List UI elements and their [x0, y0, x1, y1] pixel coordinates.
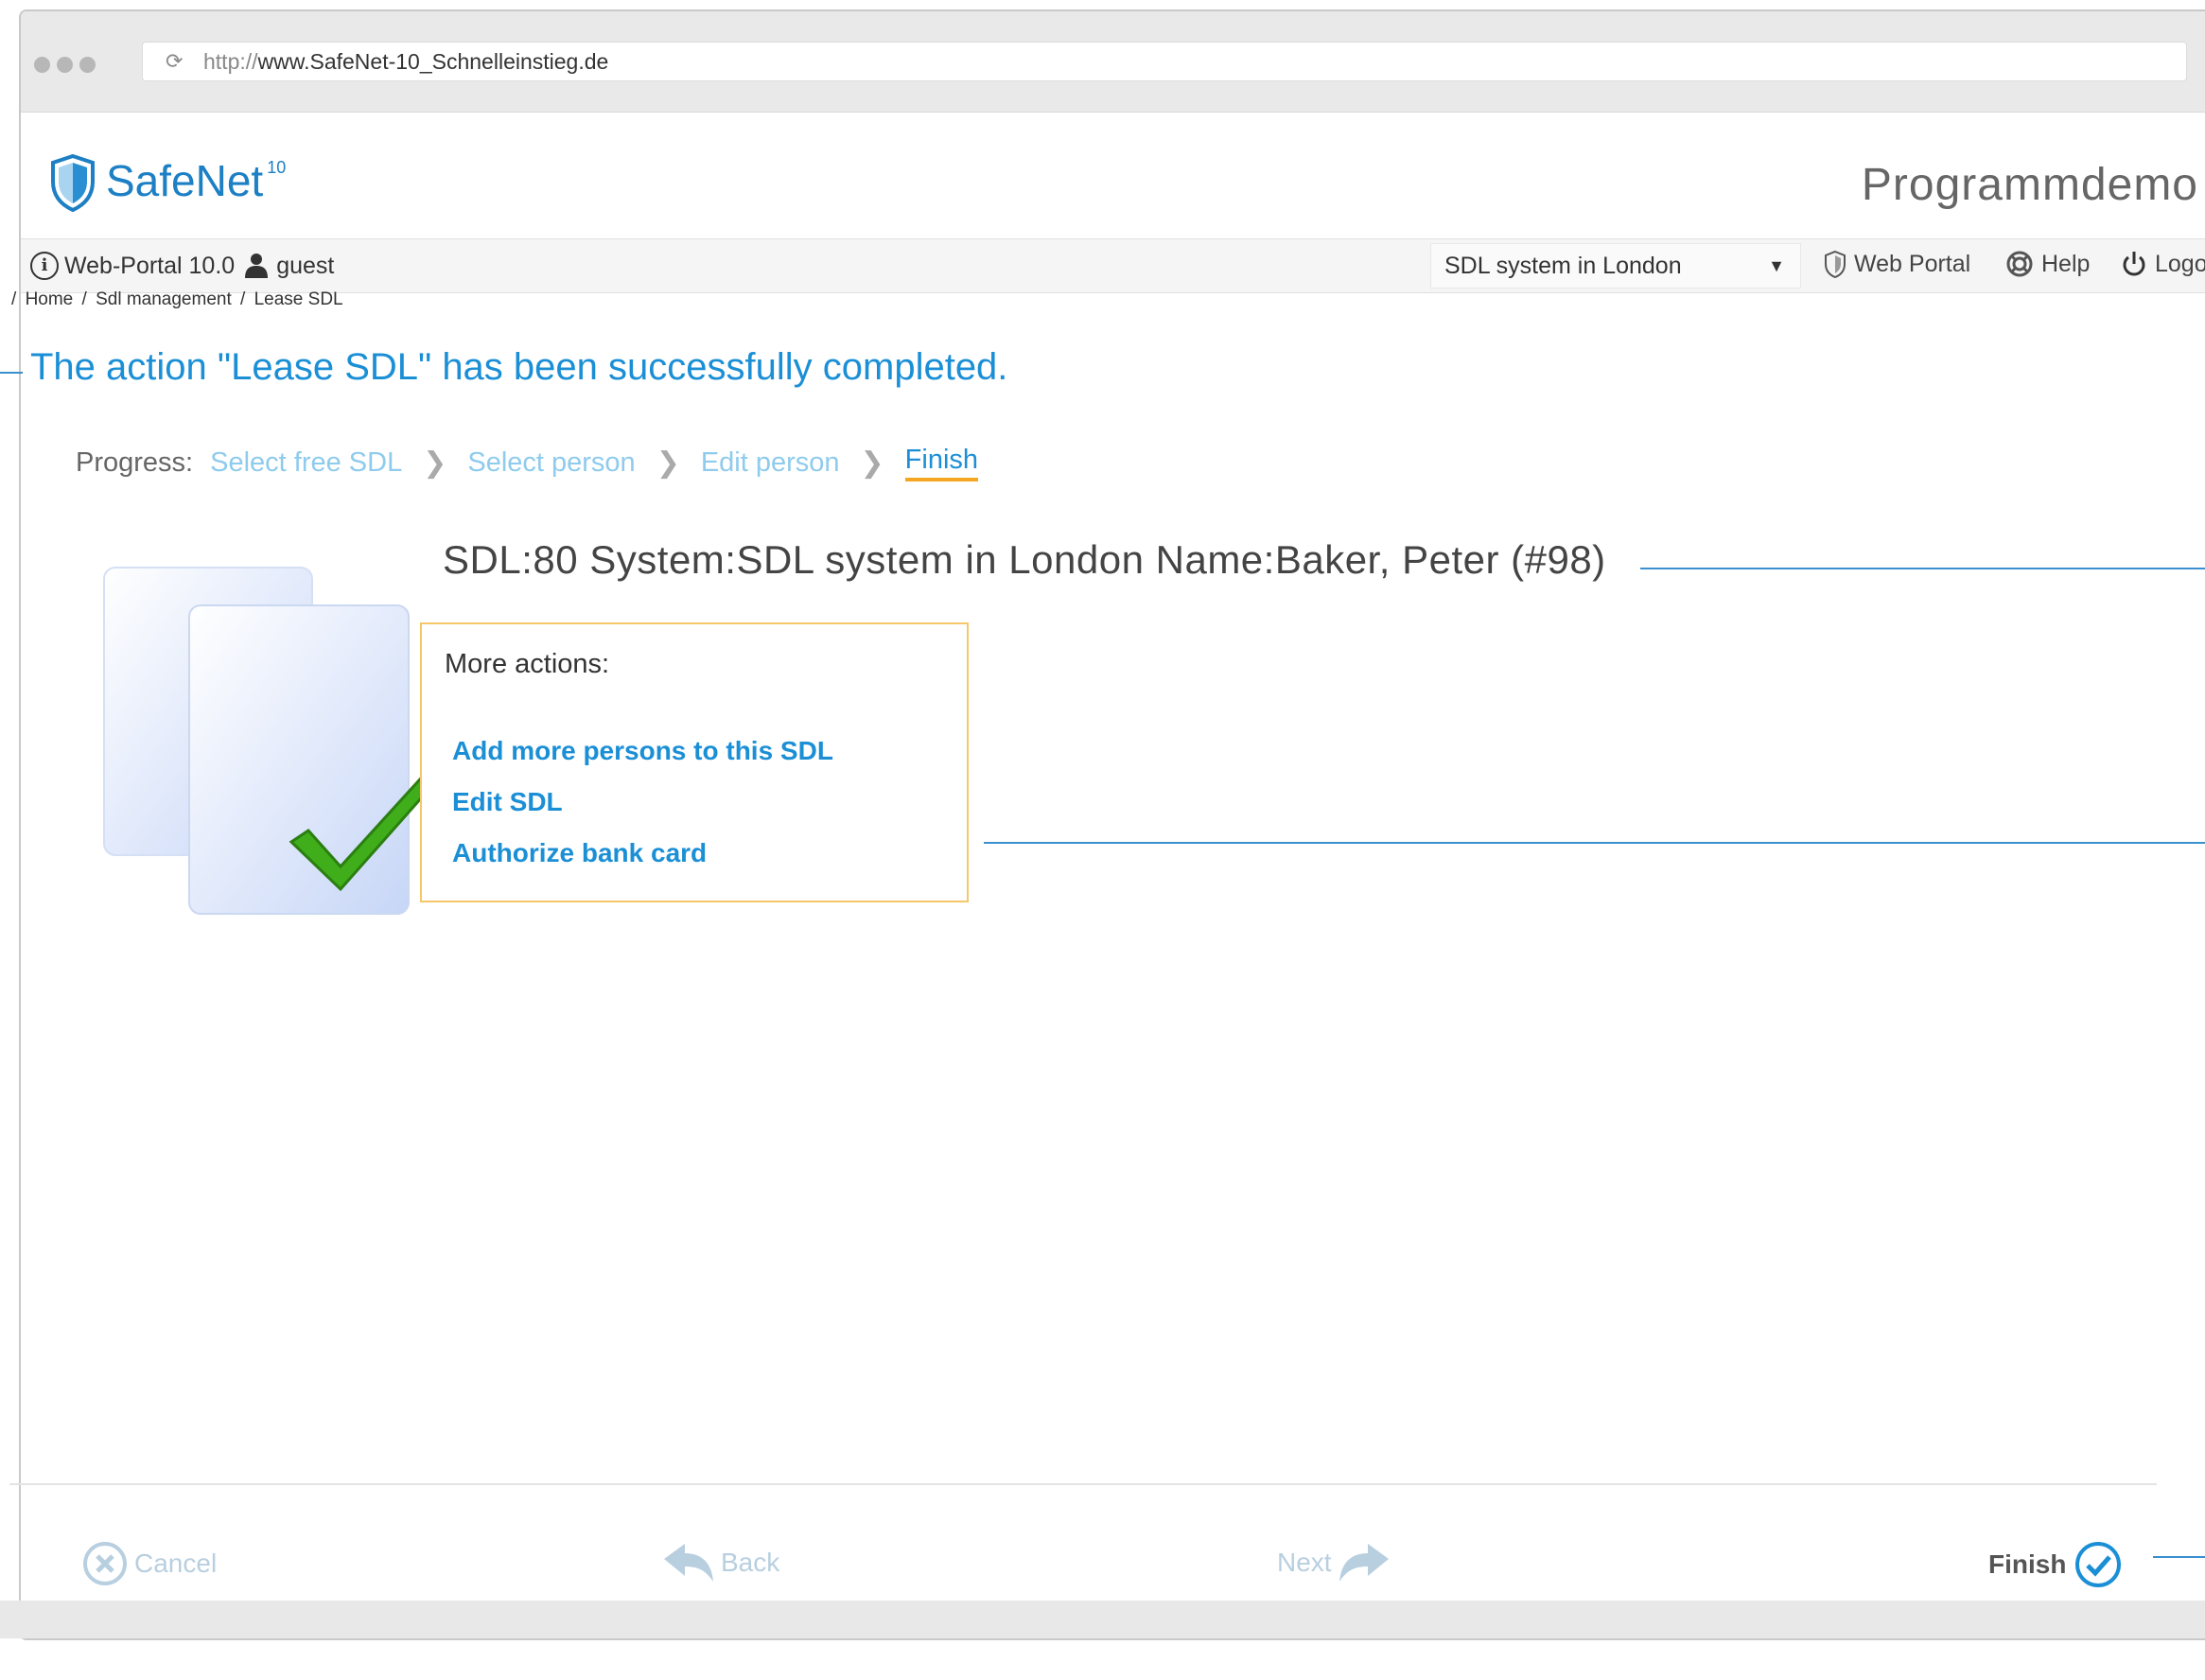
- reload-icon[interactable]: ⟳: [166, 49, 188, 74]
- breadcrumb-separator: /: [240, 289, 246, 309]
- breadcrumb-separator: /: [81, 289, 87, 309]
- chevron-right-icon: ❯: [423, 447, 447, 479]
- help-link[interactable]: Help: [2005, 250, 2090, 278]
- success-message: The action "Lease SDL" has been successf…: [30, 346, 1008, 388]
- callout-line: [0, 372, 23, 374]
- current-user: guest: [276, 252, 335, 279]
- info-icon: i: [30, 252, 59, 280]
- browser-toolbar: ⟳ http://www.SafeNet-10_Schnelleinstieg.…: [21, 11, 2205, 113]
- web-portal-label: Web Portal: [1854, 250, 1971, 277]
- cancel-icon: [83, 1542, 127, 1585]
- breadcrumb-item-home[interactable]: Home: [26, 289, 74, 309]
- power-icon: [2123, 252, 2145, 276]
- logoff-label: Logoff: [2155, 250, 2205, 277]
- step-select-person: Select person: [467, 447, 636, 478]
- progress-label: Progress:: [76, 447, 194, 478]
- brand-version: 10: [267, 158, 287, 177]
- window-dot: [57, 57, 73, 73]
- cancel-label: Cancel: [134, 1549, 218, 1578]
- success-cards-icon: [103, 567, 445, 915]
- shield-logo-icon: [51, 153, 95, 212]
- back-arrow-icon: [664, 1544, 713, 1582]
- add-more-persons-link[interactable]: Add more persons to this SDL: [452, 736, 833, 766]
- finish-label: Finish: [1988, 1549, 2067, 1579]
- lifebuoy-icon: [2006, 251, 2033, 277]
- url-prefix: http://: [203, 48, 258, 74]
- back-label: Back: [721, 1548, 780, 1577]
- url-host: www.SafeNet-10_Schnelleinstieg.de: [257, 48, 609, 74]
- web-portal-link[interactable]: Web Portal: [1824, 250, 1970, 278]
- next-arrow-icon: [1339, 1544, 1389, 1582]
- window-dot: [79, 57, 96, 73]
- callout-line: [984, 842, 2205, 844]
- authorize-bank-card-link[interactable]: Authorize bank card: [452, 838, 707, 868]
- wizard-progress: Progress: Select free SDL ❯ Select perso…: [76, 445, 979, 481]
- check-circle-icon: [2075, 1542, 2122, 1587]
- breadcrumb-item-lease-sdl: Lease SDL: [254, 289, 343, 309]
- edit-sdl-link[interactable]: Edit SDL: [452, 787, 563, 817]
- finish-button[interactable]: Finish: [1988, 1540, 2123, 1589]
- logoff-link[interactable]: Logoff: [2121, 250, 2205, 278]
- page-title: Programmdemo: [1861, 160, 2198, 210]
- shield-icon: [1825, 250, 1846, 278]
- cancel-button[interactable]: Cancel: [81, 1540, 217, 1587]
- breadcrumb-separator: /: [11, 289, 17, 309]
- more-actions-title: More actions:: [445, 649, 610, 679]
- brand-name: SafeNet: [106, 156, 264, 205]
- step-select-free-sdl: Select free SDL: [210, 447, 403, 478]
- user-icon: [245, 254, 269, 278]
- more-actions-panel: More actions: Add more persons to this S…: [420, 622, 969, 902]
- sdl-info: SDL:80 System:SDL system in London Name:…: [443, 537, 1606, 582]
- address-bar[interactable]: ⟳ http://www.SafeNet-10_Schnelleinstieg.…: [142, 42, 2187, 81]
- chevron-right-icon: ❯: [656, 447, 680, 479]
- chevron-right-icon: ❯: [860, 447, 884, 479]
- portal-toolbar: i Web-Portal 10.0 guest SDL system in Lo…: [21, 238, 2205, 293]
- breadcrumb: / Home / Sdl management / Lease SDL: [11, 289, 347, 310]
- system-select[interactable]: SDL system in London ▼: [1430, 243, 1801, 289]
- back-button[interactable]: Back: [662, 1540, 779, 1585]
- wizard-footer: Cancel Back Next Finish: [9, 1483, 2157, 1618]
- callout-line: [1640, 568, 2205, 569]
- status-bar: [0, 1601, 2205, 1638]
- dropdown-caret-icon: ▼: [1768, 255, 1785, 275]
- next-button[interactable]: Next: [1277, 1540, 1391, 1585]
- safenet-logo[interactable]: SafeNet 10: [49, 153, 286, 212]
- portal-info: i Web-Portal 10.0 guest: [30, 252, 334, 280]
- callout-line: [2153, 1556, 2205, 1558]
- step-edit-person: Edit person: [700, 447, 840, 478]
- help-label: Help: [2041, 250, 2091, 277]
- step-finish: Finish: [904, 445, 979, 481]
- window-dot: [34, 57, 50, 73]
- portal-version: Web-Portal 10.0: [64, 252, 236, 279]
- app-header: SafeNet 10 Programmdemo: [21, 114, 2205, 238]
- system-select-value: SDL system in London: [1444, 252, 1682, 279]
- breadcrumb-item-sdl-management[interactable]: Sdl management: [96, 289, 232, 309]
- next-label: Next: [1277, 1548, 1332, 1577]
